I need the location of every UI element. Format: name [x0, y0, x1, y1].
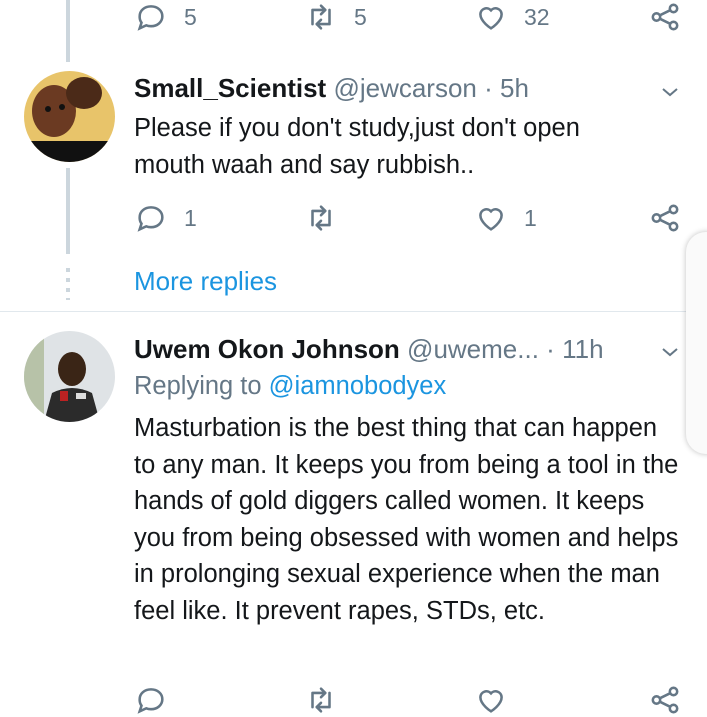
- reply-button[interactable]: [134, 683, 168, 717]
- like-button[interactable]: 32: [474, 0, 550, 34]
- retweet-count: 5: [354, 3, 367, 30]
- heart-icon: [479, 7, 503, 30]
- timestamp[interactable]: 11h: [562, 334, 603, 364]
- like-count: 1: [524, 204, 537, 231]
- reply-icon: [137, 5, 164, 31]
- retweet-button[interactable]: [304, 201, 354, 235]
- thread-dots: [66, 268, 70, 300]
- side-panel-handle[interactable]: [686, 232, 707, 454]
- avatar-image: [24, 331, 115, 422]
- like-button[interactable]: 1: [474, 201, 537, 235]
- chevron-down-icon[interactable]: [658, 340, 682, 364]
- share-icon: [651, 686, 679, 714]
- heart-icon: [479, 690, 503, 713]
- heart-icon: [479, 208, 503, 231]
- reply-icon: [137, 206, 164, 232]
- reply-button[interactable]: 5: [134, 0, 197, 34]
- tweet-header: Small_Scientist @jewcarson · 5h: [134, 73, 529, 104]
- share-button[interactable]: [648, 201, 682, 235]
- retweet-button[interactable]: 5: [304, 0, 367, 34]
- share-icon: [651, 3, 679, 31]
- reply-count: 1: [184, 204, 197, 231]
- thread-line: [66, 168, 70, 254]
- replying-to-handle[interactable]: @iamnobodyex: [269, 372, 447, 400]
- like-button[interactable]: [474, 683, 508, 717]
- user-handle[interactable]: @uweme...: [407, 334, 539, 364]
- timestamp[interactable]: 5h: [500, 73, 529, 103]
- tweet-header: Uwem Okon Johnson @uweme... · 11h: [134, 334, 604, 365]
- tweet-text: Masturbation is the best thing that can …: [134, 414, 679, 625]
- replying-to: Replying to @iamnobodyex: [134, 372, 446, 401]
- separator-dot: ·: [484, 73, 493, 103]
- user-handle[interactable]: @jewcarson: [333, 73, 476, 103]
- thread-line: [66, 0, 70, 62]
- tweet-text: Please if you don't study,just don't ope…: [134, 114, 580, 179]
- reply-count: 5: [184, 3, 197, 30]
- retweet-icon: [311, 205, 331, 231]
- reply-icon: [137, 688, 164, 714]
- divider: [0, 311, 707, 312]
- like-count: 32: [524, 3, 550, 30]
- avatar-image: [24, 71, 115, 162]
- retweet-icon: [311, 687, 331, 713]
- share-button[interactable]: [648, 683, 682, 717]
- display-name[interactable]: Uwem Okon Johnson: [134, 334, 400, 364]
- retweet-icon: [311, 4, 331, 30]
- share-icon: [651, 204, 679, 232]
- avatar[interactable]: [24, 71, 115, 162]
- more-replies-link[interactable]: More replies: [134, 266, 277, 297]
- retweet-button[interactable]: [304, 683, 338, 717]
- avatar[interactable]: [24, 331, 115, 422]
- display-name[interactable]: Small_Scientist: [134, 73, 326, 103]
- share-button[interactable]: [648, 0, 682, 34]
- replying-to-label: Replying to: [134, 372, 262, 400]
- separator-dot: ·: [546, 334, 555, 364]
- chevron-down-icon[interactable]: [658, 80, 682, 104]
- reply-button[interactable]: 1: [134, 201, 197, 235]
